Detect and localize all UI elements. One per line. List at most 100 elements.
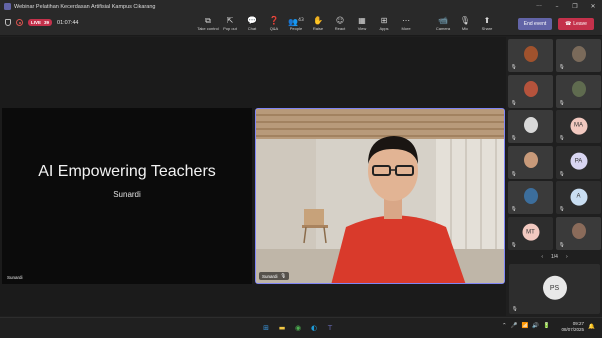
camera-button[interactable]: 📹 Camera	[432, 15, 454, 31]
slide-title: AI Empowering Teachers	[38, 163, 216, 180]
notification-icon[interactable]: 🔔	[588, 324, 595, 330]
participant-tile[interactable]: MA 🎙	[556, 110, 601, 143]
apps-button[interactable]: ⊞ Apps	[373, 15, 395, 31]
mic-muted-icon: 🎙	[512, 306, 518, 311]
participant-tile[interactable]: 🎙	[508, 39, 553, 72]
participant-video	[523, 187, 538, 204]
participant-video	[523, 116, 538, 133]
speaker-name: Sunardi	[262, 273, 278, 279]
take-control-icon: ⧉	[205, 16, 211, 25]
participant-video	[571, 81, 586, 98]
participant-gallery: ‹ 1/4 › PS 🎙 🎙 🎙 🎙 🎙 🎙 MA 🎙 🎙 PA 🎙 🎙 A 🎙 MT 🎙 🎙	[507, 37, 602, 316]
chrome-icon[interactable]: ◉	[292, 322, 304, 334]
volume-icon[interactable]: 🔊	[532, 323, 539, 329]
self-tile[interactable]: PS 🎙	[509, 264, 600, 314]
windows-start-icon[interactable]: ⊞	[260, 322, 272, 334]
meeting-timer: 01:07:44	[57, 19, 79, 26]
tool-label: More	[401, 26, 411, 31]
view-icon: ▦	[358, 16, 366, 25]
slide-subtitle: Sunardi	[113, 190, 141, 199]
edge-icon[interactable]: ◐	[308, 322, 320, 334]
tool-label: Take control	[197, 26, 219, 31]
end-event-button[interactable]: End event	[518, 18, 552, 30]
shield-icon	[5, 19, 11, 26]
pop-out-button[interactable]: ⇱ Pop out	[219, 15, 241, 31]
mic-muted-icon: 🎙	[511, 207, 517, 212]
chevron-right-icon[interactable]: ›	[566, 254, 568, 260]
mic-off-button[interactable]: 🎙 Mic	[454, 15, 476, 31]
chat-icon: 💬	[247, 16, 257, 25]
teams-icon[interactable]: T	[324, 322, 336, 334]
mic-muted-icon: 🎙	[511, 136, 517, 141]
meeting-stage: AI Empowering Teachers Sunardi Sunardi S…	[0, 37, 506, 316]
view-button[interactable]: ▦ View	[351, 15, 373, 31]
camera-icon: 📹	[438, 16, 448, 25]
avatar: PA	[570, 152, 587, 170]
tool-label: Share	[481, 26, 493, 31]
taskbar-apps: ⊞ ▬ ◉ ◐ T	[260, 322, 336, 334]
tool-label: Pop out	[223, 26, 237, 31]
shared-slide[interactable]: AI Empowering Teachers Sunardi Sunardi	[2, 108, 252, 284]
share-button[interactable]: ⬆ Share	[476, 15, 498, 31]
chat-button[interactable]: 💬 Chat	[241, 15, 263, 31]
raise-hand-button[interactable]: ✋ Raise	[307, 15, 329, 31]
leave-button[interactable]: ☎ Leave	[558, 18, 594, 30]
react-button[interactable]: ☺ React	[329, 15, 351, 31]
wifi-icon[interactable]: 📶	[521, 323, 528, 329]
pop-out-icon: ⇱	[226, 16, 234, 25]
more-options-icon[interactable]: ···	[530, 3, 548, 10]
minimize-button[interactable]: –	[548, 3, 566, 10]
more-button[interactable]: ⋯ More	[395, 15, 417, 31]
tool-label: React	[334, 26, 346, 31]
speaker-video[interactable]: Sunardi 🎙	[255, 108, 505, 284]
tool-label: Q&A	[269, 26, 279, 31]
participant-tile[interactable]: 🎙	[556, 39, 601, 72]
window-title: Webinar Pelatihan Kecerdasan Artifisial …	[14, 3, 156, 10]
apps-icon: ⊞	[380, 16, 388, 25]
battery-icon[interactable]: 🔋	[543, 323, 550, 329]
participant-tile[interactable]: 🎙	[556, 74, 601, 108]
live-label: LIVE	[31, 20, 42, 25]
participant-tile[interactable]: 🎙	[556, 216, 601, 250]
people-button[interactable]: 👥43 People	[285, 15, 307, 31]
chevron-up-icon[interactable]: ⌃	[502, 323, 507, 329]
avatar: MT	[522, 223, 539, 241]
participant-tile[interactable]: 🎙	[508, 110, 553, 143]
participant-tile[interactable]: 🎙	[508, 181, 553, 214]
qa-icon: ❓	[269, 16, 279, 25]
tool-label: Apps	[379, 26, 389, 31]
mic-muted-icon: 🎙	[559, 242, 565, 248]
phone-icon: ☎	[565, 21, 572, 27]
chevron-left-icon[interactable]: ‹	[541, 254, 543, 260]
mic-off-icon: 🎙	[459, 16, 471, 25]
participant-tile[interactable]: 🎙	[508, 74, 553, 108]
participant-tile[interactable]: PA 🎙	[556, 145, 601, 179]
take-control-button[interactable]: ⧉ Take control	[197, 15, 219, 31]
attendee-count: 39	[44, 20, 50, 25]
leave-label: Leave	[573, 21, 587, 27]
file-explorer-icon[interactable]: ▬	[276, 322, 288, 334]
participant-tile[interactable]: A 🎙	[556, 181, 601, 214]
maximize-button[interactable]: ❐	[566, 3, 584, 10]
qa-button[interactable]: ❓ Q&A	[263, 15, 285, 31]
avatar: A	[570, 188, 587, 206]
speaker-video-frame	[256, 109, 504, 283]
toolbar-media: 📹 Camera 🎙 Mic ⬆ Share	[432, 15, 498, 31]
system-clock[interactable]: 09:27 08/07/2025	[558, 321, 584, 333]
clock-date: 08/07/2025	[561, 327, 584, 332]
mic-muted-icon: 🎙	[559, 65, 565, 70]
more-icon: ⋯	[402, 16, 410, 25]
participant-tile[interactable]: MT 🎙	[508, 216, 553, 250]
presenter-label: Sunardi	[7, 275, 23, 280]
microphone-icon[interactable]: 🎤	[511, 323, 518, 329]
mic-muted-icon: 🎙	[280, 273, 287, 278]
live-badge[interactable]: LIVE 39	[28, 19, 53, 26]
participant-tile[interactable]: 🎙	[508, 145, 553, 179]
tool-label: Chat	[247, 26, 257, 31]
participant-video	[523, 45, 538, 62]
participant-video	[523, 152, 538, 169]
tool-label: Mic	[461, 26, 469, 31]
windows-taskbar: ⊞ ▬ ◉ ◐ T ⌃ 🎤 📶 🔊 🔋 09:27 08/07/2025 🔔	[0, 317, 602, 338]
mic-muted-icon: 🎙	[511, 242, 517, 248]
close-button[interactable]: ✕	[584, 3, 602, 10]
